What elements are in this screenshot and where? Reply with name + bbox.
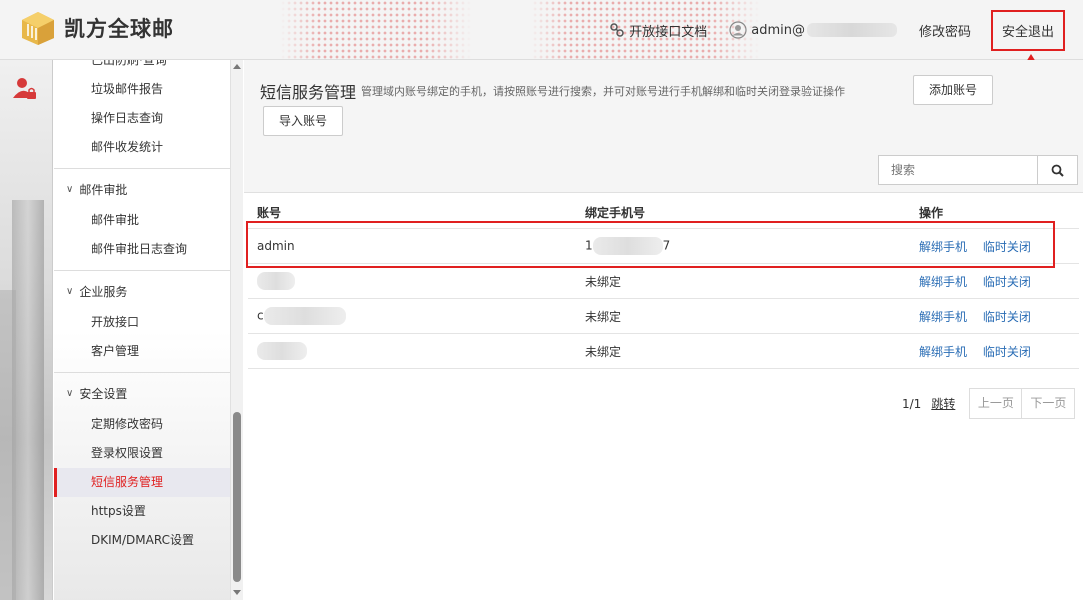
table-header: 账号 绑定手机号 操作 (248, 197, 1079, 229)
page-title: 短信服务管理 (260, 83, 357, 102)
account-cell: c (248, 307, 576, 325)
sidebar-menu: 已出防刷·查询 垃圾邮件报告 操作日志查询 邮件收发统计 ∨ 邮件审批 邮件审批… (54, 60, 230, 600)
unbind-phone-link[interactable]: 解绑手机 (919, 345, 967, 359)
column-account: 账号 (257, 206, 282, 220)
redacted-account (263, 307, 346, 325)
redacted-account (257, 342, 307, 360)
redacted-domain (806, 23, 897, 37)
table-row: admin 17 解绑手机 临时关闭 (248, 229, 1079, 264)
search-button[interactable] (1037, 155, 1078, 185)
temp-close-link[interactable]: 临时关闭 (983, 240, 1031, 254)
chevron-down-icon: ∨ (66, 388, 74, 399)
account-cell: admin (257, 239, 295, 253)
search-input[interactable] (878, 155, 1037, 185)
sidebar-item-approval-log[interactable]: 邮件审批日志查询 (54, 235, 230, 264)
change-password-label: 修改密码 (918, 24, 971, 40)
top-links: 开放接口文档 admin@ 修改密码 安全退出 (587, 0, 1065, 59)
sidebar-group-security[interactable]: ∨ 安全设置 (54, 378, 230, 410)
scroll-thumb[interactable] (233, 412, 241, 582)
sidebar-item-customers[interactable]: 客户管理 (54, 337, 230, 366)
page-description: 管理域内账号绑定的手机，请按照账号进行搜索，并可对账号进行手机解绑和临时关闭登录… (361, 85, 845, 98)
phone-cell: 未绑定 (585, 274, 622, 289)
link-icon (610, 23, 624, 37)
logo[interactable]: 凯方全球邮 (20, 10, 174, 46)
actions-cell: 解绑手机 临时关闭 (911, 308, 1079, 325)
unbind-phone-link[interactable]: 解绑手机 (919, 310, 967, 324)
import-account-button[interactable]: 导入账号 (263, 106, 343, 136)
change-password-link[interactable]: 修改密码 (919, 21, 971, 40)
sidebar-item-login-permission[interactable]: 登录权限设置 (54, 439, 230, 468)
sidebar-item-https[interactable]: https设置 (54, 497, 230, 526)
page-header-panel: 短信服务管理 管理域内账号绑定的手机，请按照账号进行搜索，并可对账号进行手机解绑… (244, 60, 1083, 193)
unbind-phone-link[interactable]: 解绑手机 (919, 240, 967, 254)
api-doc-link[interactable]: 开放接口文档 (609, 21, 707, 40)
sidebar-item-sms-service[interactable]: 短信服务管理 (54, 468, 230, 497)
actions-cell: 解绑手机 临时关闭 (911, 273, 1079, 290)
phone-cell: 未绑定 (585, 344, 622, 359)
scroll-up-icon[interactable] (233, 64, 241, 69)
logo-mark-icon (20, 10, 56, 46)
top-header: 凯方全球邮 开放接口文档 admin@ 修改密码 安全退出 (0, 0, 1083, 60)
phone-cell: 未绑定 (585, 309, 622, 324)
user-account[interactable]: admin@ (729, 21, 897, 39)
account-cell (248, 272, 576, 290)
user-name: admin@ (751, 22, 805, 38)
temp-close-link[interactable]: 临时关闭 (983, 275, 1031, 289)
column-phone: 绑定手机号 (585, 206, 646, 220)
redacted-phone (592, 237, 663, 255)
chevron-down-icon: ∨ (66, 286, 74, 297)
logout-button[interactable]: 安全退出 (990, 9, 1065, 51)
table-row: 未绑定 解绑手机 临时关闭 (248, 334, 1079, 369)
next-page-button[interactable]: 下一页 (1022, 388, 1076, 419)
search-icon (1051, 164, 1064, 177)
temp-close-link[interactable]: 临时关闭 (983, 345, 1031, 359)
table-row: 未绑定 解绑手机 临时关闭 (248, 264, 1079, 299)
jump-link[interactable]: 跳转 (931, 395, 955, 412)
sidebar-item-open-api[interactable]: 开放接口 (54, 308, 230, 337)
main-content: 短信服务管理 管理域内账号绑定的手机，请按照账号进行搜索，并可对账号进行手机解绑… (244, 60, 1083, 600)
sidebar-scrollbar[interactable] (230, 60, 243, 600)
sidebar-item-spam-report[interactable]: 垃圾邮件报告 (54, 75, 230, 104)
sidebar-group-enterprise[interactable]: ∨ 企业服务 (54, 276, 230, 308)
icon-rail (0, 60, 53, 600)
scroll-down-icon[interactable] (233, 590, 241, 595)
temp-close-link[interactable]: 临时关闭 (983, 310, 1031, 324)
sidebar-item-mail-stats[interactable]: 邮件收发统计 (54, 133, 230, 162)
user-avatar-icon (729, 21, 747, 39)
add-account-button[interactable]: 添加账号 (913, 75, 993, 105)
phone-cell: 17 (576, 237, 911, 255)
redacted-account (257, 272, 295, 290)
sidebar-item-dkim[interactable]: DKIM/DMARC设置 (54, 526, 230, 555)
accounts-table: 账号 绑定手机号 操作 admin 17 解绑手机 临时关闭 未绑定 解绑手机 … (248, 197, 1079, 369)
pagination: 1/1 跳转 上一页 下一页 (902, 388, 1076, 419)
column-actions: 操作 (919, 206, 944, 220)
account-cell (248, 342, 576, 360)
sidebar-item-operation-log[interactable]: 操作日志查询 (54, 104, 230, 133)
search-box (878, 155, 1078, 185)
table-row: c 未绑定 解绑手机 临时关闭 (248, 299, 1079, 334)
unbind-phone-link[interactable]: 解绑手机 (919, 275, 967, 289)
sidebar-group-approval[interactable]: ∨ 邮件审批 (54, 174, 230, 206)
page-indicator: 1/1 (902, 396, 922, 411)
actions-cell: 解绑手机 临时关闭 (911, 238, 1079, 255)
api-doc-label: 开放接口文档 (629, 24, 708, 40)
chevron-down-icon: ∨ (66, 184, 74, 195)
actions-cell: 解绑手机 临时关闭 (911, 343, 1079, 360)
logout-label: 安全退出 (1001, 24, 1054, 40)
brand-name: 凯方全球邮 (64, 17, 174, 41)
prev-page-button[interactable]: 上一页 (969, 388, 1023, 419)
sidebar-item-antispam-query[interactable]: 已出防刷·查询 (54, 60, 230, 75)
sidebar-item-approval[interactable]: 邮件审批 (54, 206, 230, 235)
sidebar-item-password-policy[interactable]: 定期修改密码 (54, 410, 230, 439)
user-lock-icon[interactable] (12, 76, 38, 105)
